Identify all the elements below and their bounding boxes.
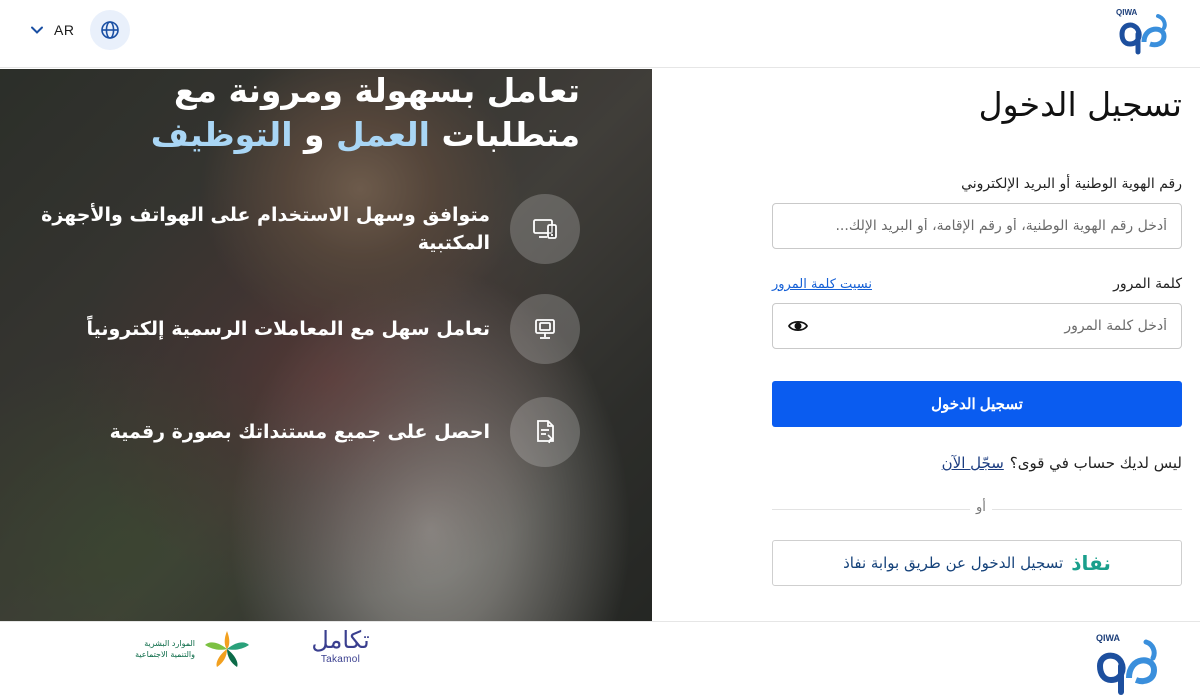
hrsd-line1: الموارد البشرية	[144, 639, 195, 648]
footer: الموارد البشرية والتنمية الاجتماعية تكام…	[0, 621, 1200, 700]
id-input-wrapper	[772, 203, 1182, 249]
language-code[interactable]: AR	[54, 22, 74, 38]
page-title: تسجيل الدخول	[978, 85, 1182, 124]
hero-title-line1: تعامل بسهولة ومرونة مع	[174, 71, 580, 110]
qiwa-footer-logo: QIWA	[1090, 628, 1164, 698]
feature-text: احصل على جميع مستنداتك بصورة رقمية	[109, 421, 490, 443]
hrsd-logo: الموارد البشرية والتنمية الاجتماعية	[118, 626, 253, 672]
forgot-password-link[interactable]: نسيت كلمة المرور	[772, 277, 872, 292]
feature-item: متوافق وسهل الاستخدام على الهواتف والأجه…	[20, 194, 580, 264]
hero-title-part: متطلبات	[441, 115, 580, 154]
feature-text: متوافق وسهل الاستخدام على الهواتف والأجه…	[41, 204, 490, 254]
document-icon	[510, 397, 580, 467]
top-header: AR QIWA	[0, 0, 1200, 68]
password-input[interactable]	[815, 318, 1167, 334]
feature-item: تعامل سهل مع المعاملات الرسمية إلكترونيا…	[20, 294, 580, 364]
hrsd-emblem-icon	[205, 631, 249, 667]
takamol-logo: تكامل Takamol	[303, 626, 378, 672]
hero-banner: تعامل بسهولة ومرونة مع متطلبات العمل و ا…	[0, 69, 652, 621]
hero-title-accent-employment: التوظيف	[150, 115, 293, 154]
login-form: تسجيل الدخول رقم الهوية الوطنية أو البري…	[772, 69, 1182, 621]
no-account-text: ليس لديك حساب في قوى؟	[1009, 454, 1182, 472]
takamol-arabic: تكامل	[311, 626, 370, 654]
hero-title-accent-work: العمل	[336, 115, 430, 154]
password-field-label: كلمة المرور	[1113, 276, 1182, 292]
hero-title-line2: متطلبات العمل و التوظيف	[20, 113, 580, 157]
takamol-english: Takamol	[320, 654, 361, 665]
or-separator: أو	[970, 500, 992, 515]
svg-text:QIWA: QIWA	[1116, 8, 1138, 17]
no-account-row: ليس لديك حساب في قوى؟ سجّل الآن	[942, 454, 1182, 472]
svg-text:QIWA: QIWA	[1096, 633, 1120, 643]
qiwa-logo[interactable]: QIWA	[1112, 4, 1172, 56]
globe-icon[interactable]	[90, 10, 131, 50]
feature-item: احصل على جميع مستنداتك بصورة رقمية	[20, 397, 580, 467]
password-input-wrapper	[772, 303, 1182, 349]
devices-icon	[510, 194, 580, 264]
language-switcher[interactable]: AR	[30, 10, 131, 50]
id-field-label: رقم الهوية الوطنية أو البريد الإلكتروني	[961, 176, 1182, 192]
eye-icon[interactable]	[787, 315, 809, 337]
nafath-login-label: تسجيل الدخول عن طريق بوابة نفاذ	[843, 554, 1064, 572]
hero-title: تعامل بسهولة ومرونة مع متطلبات العمل و ا…	[20, 69, 580, 157]
id-input[interactable]	[787, 218, 1167, 234]
nafath-logo: نفاذ	[1071, 551, 1111, 575]
login-button[interactable]: تسجيل الدخول	[772, 381, 1182, 427]
nafath-login-button[interactable]: نفاذ تسجيل الدخول عن طريق بوابة نفاذ	[772, 540, 1182, 586]
hrsd-line2: والتنمية الاجتماعية	[135, 650, 195, 659]
hero-title-conjunction: و	[304, 115, 325, 154]
desktop-icon	[510, 294, 580, 364]
chevron-down-icon[interactable]	[30, 23, 44, 37]
feature-text: تعامل سهل مع المعاملات الرسمية إلكترونيا…	[86, 318, 490, 340]
register-link[interactable]: سجّل الآن	[942, 454, 1004, 472]
